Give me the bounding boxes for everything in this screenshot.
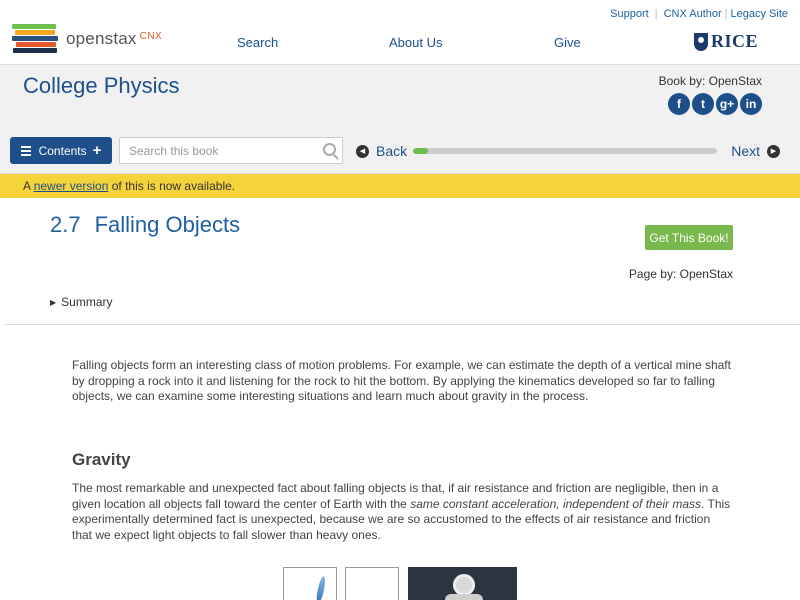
chapter-number: 2.7 xyxy=(50,212,81,237)
get-this-book-button[interactable]: Get This Book! xyxy=(645,225,733,250)
social-share: f t g+ in xyxy=(668,93,762,115)
newer-version-notice: A newer version of this is now available… xyxy=(0,174,800,198)
divider xyxy=(4,324,800,325)
progress-fill xyxy=(413,148,429,154)
logo-text: openstax CNX xyxy=(66,29,163,48)
cnx-author-link[interactable]: CNX Author xyxy=(664,8,722,20)
astronaut-body xyxy=(445,594,483,600)
summary-label: Summary xyxy=(61,295,113,309)
openstax-cnx-logo[interactable]: openstax CNX xyxy=(12,24,162,54)
section-heading-gravity: Gravity xyxy=(72,450,131,469)
next-button[interactable]: Next ▶ xyxy=(731,143,780,159)
search-box xyxy=(119,137,343,164)
gravity-paragraph: The most remarkable and unexpected fact … xyxy=(72,481,732,543)
google-plus-icon[interactable]: g+ xyxy=(716,93,738,115)
top-header: openstax CNX Support | CNX Author | Legac… xyxy=(0,0,800,64)
book-author: Book by: OpenStax xyxy=(658,74,762,88)
search-input[interactable] xyxy=(120,138,310,163)
feather-icon xyxy=(315,575,327,600)
plus-icon: + xyxy=(92,142,102,159)
nav-give[interactable]: Give xyxy=(554,35,581,50)
book-toolbar: Contents + ◀ Back Next ▶ xyxy=(0,132,800,174)
rice-logo[interactable]: RICE xyxy=(694,31,758,52)
twitter-icon[interactable]: t xyxy=(692,93,714,115)
back-label: Back xyxy=(376,143,408,159)
notice-prefix: A xyxy=(23,179,34,193)
back-button[interactable]: ◀ Back xyxy=(356,143,407,159)
astronaut-helmet-icon xyxy=(453,574,475,596)
notice-suffix: of this is now available. xyxy=(108,179,236,193)
summary-toggle[interactable]: ▶ Summary xyxy=(50,295,113,309)
gravity-comma: , xyxy=(556,496,563,511)
support-link[interactable]: Support xyxy=(610,8,649,20)
legacy-site-link[interactable]: Legacy Site xyxy=(731,8,788,20)
divider: | xyxy=(724,8,728,20)
page-title: 2.7 Falling Objects xyxy=(50,212,240,238)
nav-about-us[interactable]: About Us xyxy=(389,35,442,50)
gravity-emphasis-1: same constant acceleration xyxy=(410,496,557,511)
triangle-right-icon: ▶ xyxy=(50,297,57,307)
figure-astronaut xyxy=(408,567,517,600)
book-progress-bar xyxy=(413,148,717,154)
divider: | xyxy=(654,8,658,20)
chevron-right-icon: ▶ xyxy=(767,144,780,158)
gravity-emphasis-2: independent of their mass xyxy=(562,496,702,511)
list-icon xyxy=(20,145,31,156)
chevron-left-icon: ◀ xyxy=(356,144,369,158)
page-author: Page by: OpenStax xyxy=(628,267,733,281)
newer-version-link[interactable]: newer version xyxy=(34,179,109,193)
rice-shield-icon xyxy=(694,32,708,51)
contents-label: Contents xyxy=(38,143,87,158)
figure-blank xyxy=(345,567,399,600)
book-title-bar: College Physics Book by: OpenStax f t g+… xyxy=(0,64,800,132)
utility-links: Support | CNX Author | Legacy Site xyxy=(610,8,788,20)
figure-feather xyxy=(283,567,337,600)
search-icon[interactable] xyxy=(323,143,336,156)
book-title[interactable]: College Physics xyxy=(23,73,180,99)
contents-button[interactable]: Contents + xyxy=(10,137,112,164)
facebook-icon[interactable]: f xyxy=(668,93,690,115)
next-label: Next xyxy=(731,143,760,159)
rice-logo-text: RICE xyxy=(711,31,759,51)
chapter-title: Falling Objects xyxy=(94,212,241,237)
logo-bars-icon xyxy=(12,24,60,54)
nav-search[interactable]: Search xyxy=(237,35,278,50)
linkedin-icon[interactable]: in xyxy=(740,93,762,115)
intro-paragraph: Falling objects form an interesting clas… xyxy=(72,358,731,403)
